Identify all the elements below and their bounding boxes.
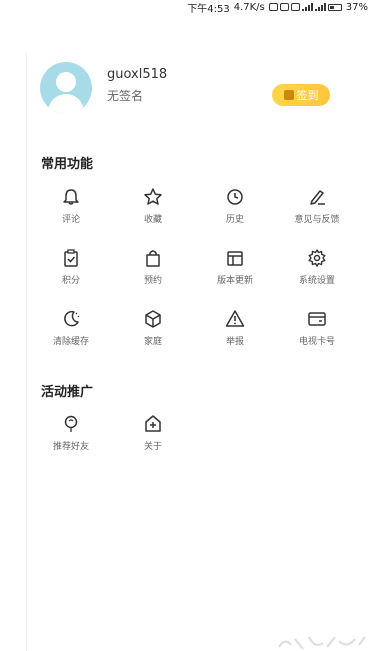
- clock-icon: [225, 187, 245, 207]
- balloon-icon: [61, 414, 81, 434]
- menu-item-label: 电视卡号: [298, 337, 335, 347]
- username: guoxl518: [107, 67, 168, 82]
- moon-icon: [61, 309, 81, 329]
- warning-triangle-icon: [225, 309, 245, 329]
- window-update-icon: [225, 248, 245, 268]
- bluetooth-icon: [268, 3, 278, 11]
- battery-percent: 37%: [345, 1, 368, 13]
- menu-item-star[interactable]: 收藏: [112, 187, 194, 231]
- common-functions-grid: 评论 收藏 历史 意见与反馈积分 预约 版本更新 系统设置清除缓存 家庭 举报 电视卡号: [30, 187, 360, 357]
- menu-item-label: 积分: [61, 276, 80, 286]
- checkin-label: 签到: [296, 89, 319, 102]
- plus-house-icon: [143, 414, 163, 434]
- menu-item-shopping-bag[interactable]: 预约: [112, 248, 194, 292]
- menu-item-balloon[interactable]: 推荐好友: [30, 414, 112, 458]
- menu-item-label: 推荐好友: [52, 442, 89, 452]
- cube-icon: [143, 309, 163, 329]
- menu-item-label: 清除缓存: [52, 337, 89, 347]
- divider: [26, 52, 27, 651]
- menu-item-feedback-pen[interactable]: 意见与反馈: [276, 187, 358, 231]
- menu-item-gear[interactable]: 系统设置: [276, 248, 358, 292]
- menu-item-label: 评论: [61, 215, 80, 225]
- menu-item-label: 版本更新: [216, 276, 253, 286]
- checkin-button[interactable]: 签到: [272, 84, 330, 106]
- status-icons: [268, 3, 342, 11]
- signal-icon-2: [314, 3, 326, 11]
- menu-item-plus-house[interactable]: 关于: [112, 414, 194, 458]
- menu-item-label: 历史: [225, 215, 244, 225]
- menu-item-card[interactable]: 电视卡号: [276, 309, 358, 353]
- signature: 无签名: [107, 89, 144, 103]
- avatar[interactable]: [40, 62, 92, 114]
- bell-icon: [61, 187, 81, 207]
- battery-icon: [327, 3, 342, 11]
- status-time: 下午4:53: [187, 3, 230, 15]
- menu-item-label: 家庭: [143, 337, 162, 347]
- menu-item-label: 意见与反馈: [294, 215, 340, 225]
- signal-icon: [301, 3, 313, 11]
- clipboard-check-icon: [61, 248, 81, 268]
- menu-item-label: 关于: [143, 442, 162, 452]
- menu-item-clock[interactable]: 历史: [194, 187, 276, 231]
- status-bar: 下午4:53 4.7K/s 37%: [0, 0, 371, 15]
- alarm-icon: [279, 3, 289, 11]
- menu-item-clipboard-check[interactable]: 积分: [30, 248, 112, 292]
- status-network-speed: 4.7K/s: [233, 1, 265, 13]
- section-title-promo: 活动推广: [41, 385, 94, 400]
- menu-item-label: 预约: [143, 276, 162, 286]
- feedback-pen-icon: [307, 187, 327, 207]
- card-icon: [307, 309, 327, 329]
- menu-item-label: 收藏: [143, 215, 162, 225]
- gear-icon: [307, 248, 327, 268]
- wifi-icon: [290, 3, 300, 11]
- menu-item-label: 举报: [225, 337, 244, 347]
- checkin-icon: [283, 90, 294, 100]
- menu-item-cube[interactable]: 家庭: [112, 309, 194, 353]
- shopping-bag-icon: [143, 248, 163, 268]
- menu-item-moon[interactable]: 清除缓存: [30, 309, 112, 353]
- menu-item-warning-triangle[interactable]: 举报: [194, 309, 276, 353]
- promo-grid: 推荐好友 关于: [30, 414, 360, 464]
- section-title-common: 常用功能: [41, 157, 94, 172]
- menu-item-label: 系统设置: [298, 276, 335, 286]
- watermark-logo: [278, 636, 366, 650]
- menu-item-bell[interactable]: 评论: [30, 187, 112, 231]
- menu-item-window-update[interactable]: 版本更新: [194, 248, 276, 292]
- star-icon: [143, 187, 163, 207]
